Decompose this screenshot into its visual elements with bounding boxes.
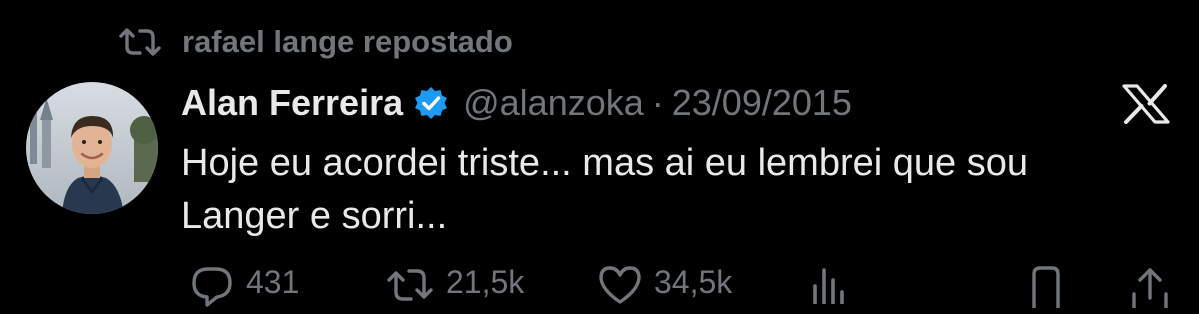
x-logo-icon[interactable]	[1122, 84, 1170, 124]
bookmark-icon	[1028, 264, 1064, 308]
like-count: 34,5k	[654, 264, 733, 300]
reply-icon	[190, 264, 234, 308]
repost-count: 21,5k	[446, 264, 525, 300]
reply-button[interactable]: 431	[190, 264, 299, 308]
tweet-text: Hoje eu acordei triste... mas ai eu lemb…	[181, 142, 1028, 237]
repost-icon	[118, 27, 162, 57]
tweet-actions: 431 21,5k 34,5k	[190, 264, 1180, 314]
header-separator: ·	[651, 82, 664, 123]
verified-badge-icon	[413, 85, 449, 121]
repost-indicator[interactable]: rafael lange repostado	[118, 22, 513, 62]
repost-label: rafael lange repostado	[182, 24, 513, 59]
repost-icon	[386, 264, 434, 304]
avatar[interactable]	[26, 82, 158, 214]
reply-count: 431	[246, 264, 300, 300]
views-button[interactable]	[810, 264, 846, 304]
share-button[interactable]	[1130, 264, 1170, 308]
tweet-date[interactable]: 23/09/2015	[672, 82, 852, 124]
author-name[interactable]: Alan Ferreira	[181, 82, 403, 124]
bookmark-button[interactable]	[1028, 264, 1064, 308]
author-handle[interactable]: @alanzoka	[463, 82, 644, 124]
share-icon	[1130, 264, 1170, 308]
repost-button[interactable]: 21,5k	[386, 264, 524, 304]
tweet-header: Alan Ferreira @alanzoka · 23/09/2015	[181, 80, 852, 126]
like-button[interactable]: 34,5k	[598, 264, 732, 304]
views-icon	[810, 264, 846, 304]
heart-icon	[598, 264, 642, 304]
